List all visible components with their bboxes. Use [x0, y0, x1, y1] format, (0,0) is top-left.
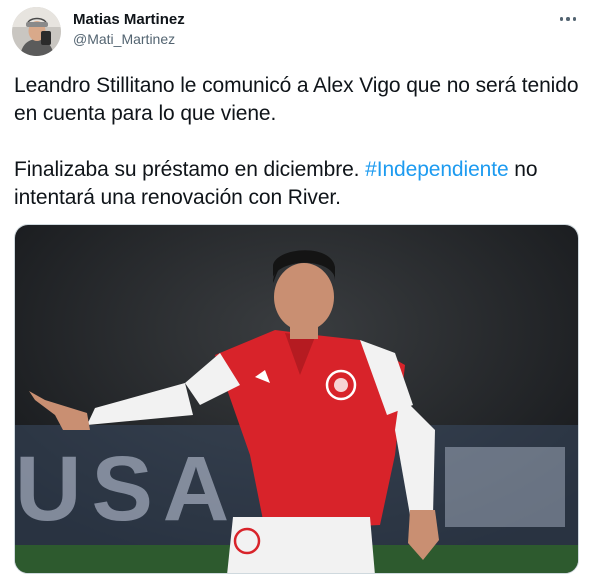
more-options-button[interactable]	[555, 8, 581, 30]
author-display-name[interactable]: Matias Martinez	[73, 10, 185, 29]
user-avatar[interactable]	[12, 7, 61, 56]
tweet-text: Leandro Stillitano le comunicó a Alex Vi…	[14, 72, 584, 212]
tweet-paragraph-2: Finalizaba su préstamo en diciembre. #In…	[14, 156, 584, 212]
tweet-paragraph-1: Leandro Stillitano le comunicó a Alex Vi…	[14, 74, 579, 125]
football-player-photo: USA	[15, 225, 578, 573]
tweet-card: Matias Martinez @Mati_Martinez Leandro S…	[0, 0, 595, 588]
tweet-media-image[interactable]: USA	[14, 224, 579, 574]
author-handle[interactable]: @Mati_Martinez	[73, 30, 185, 49]
ellipsis-icon	[572, 17, 577, 21]
ellipsis-icon	[566, 17, 570, 21]
board-text: USA	[15, 438, 239, 540]
avatar-photo-icon	[12, 7, 61, 56]
tweet-text-segment: Finalizaba su préstamo en diciembre.	[14, 158, 366, 181]
author-info: Matias Martinez @Mati_Martinez	[73, 10, 185, 49]
hashtag-link[interactable]: #Independiente	[365, 158, 509, 181]
ellipsis-icon	[559, 17, 564, 21]
